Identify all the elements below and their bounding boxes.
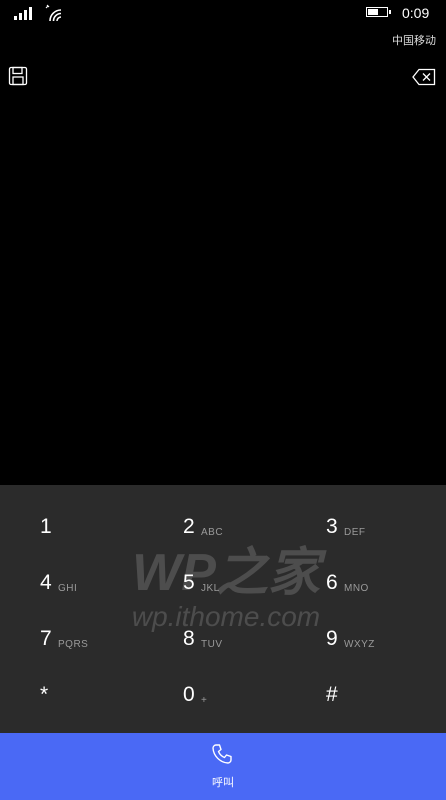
key-5[interactable]: 5 JKL bbox=[183, 571, 323, 623]
phone-icon bbox=[212, 744, 232, 764]
key-9[interactable]: 9 WXYZ bbox=[326, 627, 446, 679]
status-bar: 0:09 bbox=[0, 0, 446, 28]
key-digit: 3 bbox=[326, 515, 338, 538]
carrier-name: 中国移动 bbox=[392, 35, 436, 47]
key-letters: DEF bbox=[344, 527, 366, 538]
key-letters: ABC bbox=[201, 527, 224, 538]
battery-icon bbox=[366, 7, 391, 17]
key-digit: 7 bbox=[40, 627, 52, 650]
key-digit: 2 bbox=[183, 515, 195, 538]
key-1[interactable]: 1 bbox=[40, 515, 180, 567]
key-letters: PQRS bbox=[58, 639, 89, 650]
signal-strength-icon bbox=[14, 6, 36, 20]
key-letters: JKL bbox=[201, 583, 220, 594]
key-4[interactable]: 4 GHI bbox=[40, 571, 180, 623]
key-digit: 9 bbox=[326, 627, 338, 650]
key-letters: + bbox=[201, 695, 208, 706]
keypad: 1 2 ABC 3 DEF 4 GHI 5 JKL 6 MNO 7 PQRS 8 bbox=[0, 485, 446, 733]
key-letters: WXYZ bbox=[344, 639, 375, 650]
key-7[interactable]: 7 PQRS bbox=[40, 627, 180, 679]
key-digit: 0 bbox=[183, 683, 195, 706]
backspace-icon bbox=[412, 68, 436, 86]
key-letters: TUV bbox=[201, 639, 223, 650]
key-digit: 5 bbox=[183, 571, 195, 594]
call-label: 呼叫 bbox=[212, 777, 234, 789]
key-digit: 1 bbox=[40, 515, 52, 538]
call-button[interactable]: 呼叫 bbox=[0, 733, 446, 800]
key-0[interactable]: 0 + bbox=[183, 683, 323, 735]
dialed-number bbox=[60, 70, 386, 100]
key-2[interactable]: 2 ABC bbox=[183, 515, 323, 567]
key-8[interactable]: 8 TUV bbox=[183, 627, 323, 679]
backspace-button[interactable] bbox=[412, 68, 436, 86]
key-6[interactable]: 6 MNO bbox=[326, 571, 446, 623]
status-time: 0:09 bbox=[402, 5, 430, 21]
wifi-icon bbox=[45, 4, 62, 22]
battery-fill bbox=[368, 9, 378, 15]
key-hash[interactable]: # bbox=[326, 683, 446, 735]
key-letters: GHI bbox=[58, 583, 78, 594]
key-digit: # bbox=[326, 683, 338, 706]
dialer-screen: 0:09 中国移动 1 2 ABC 3 DEF 4 GHI 5 JKL 6 MN… bbox=[0, 0, 446, 800]
key-digit: * bbox=[40, 683, 49, 706]
save-contact-button[interactable] bbox=[8, 66, 28, 86]
key-letters: MNO bbox=[344, 583, 369, 594]
floppy-disk-icon bbox=[8, 66, 28, 86]
key-star[interactable]: * bbox=[40, 683, 180, 735]
key-digit: 4 bbox=[40, 571, 52, 594]
key-3[interactable]: 3 DEF bbox=[326, 515, 446, 567]
key-digit: 8 bbox=[183, 627, 195, 650]
key-digit: 6 bbox=[326, 571, 338, 594]
